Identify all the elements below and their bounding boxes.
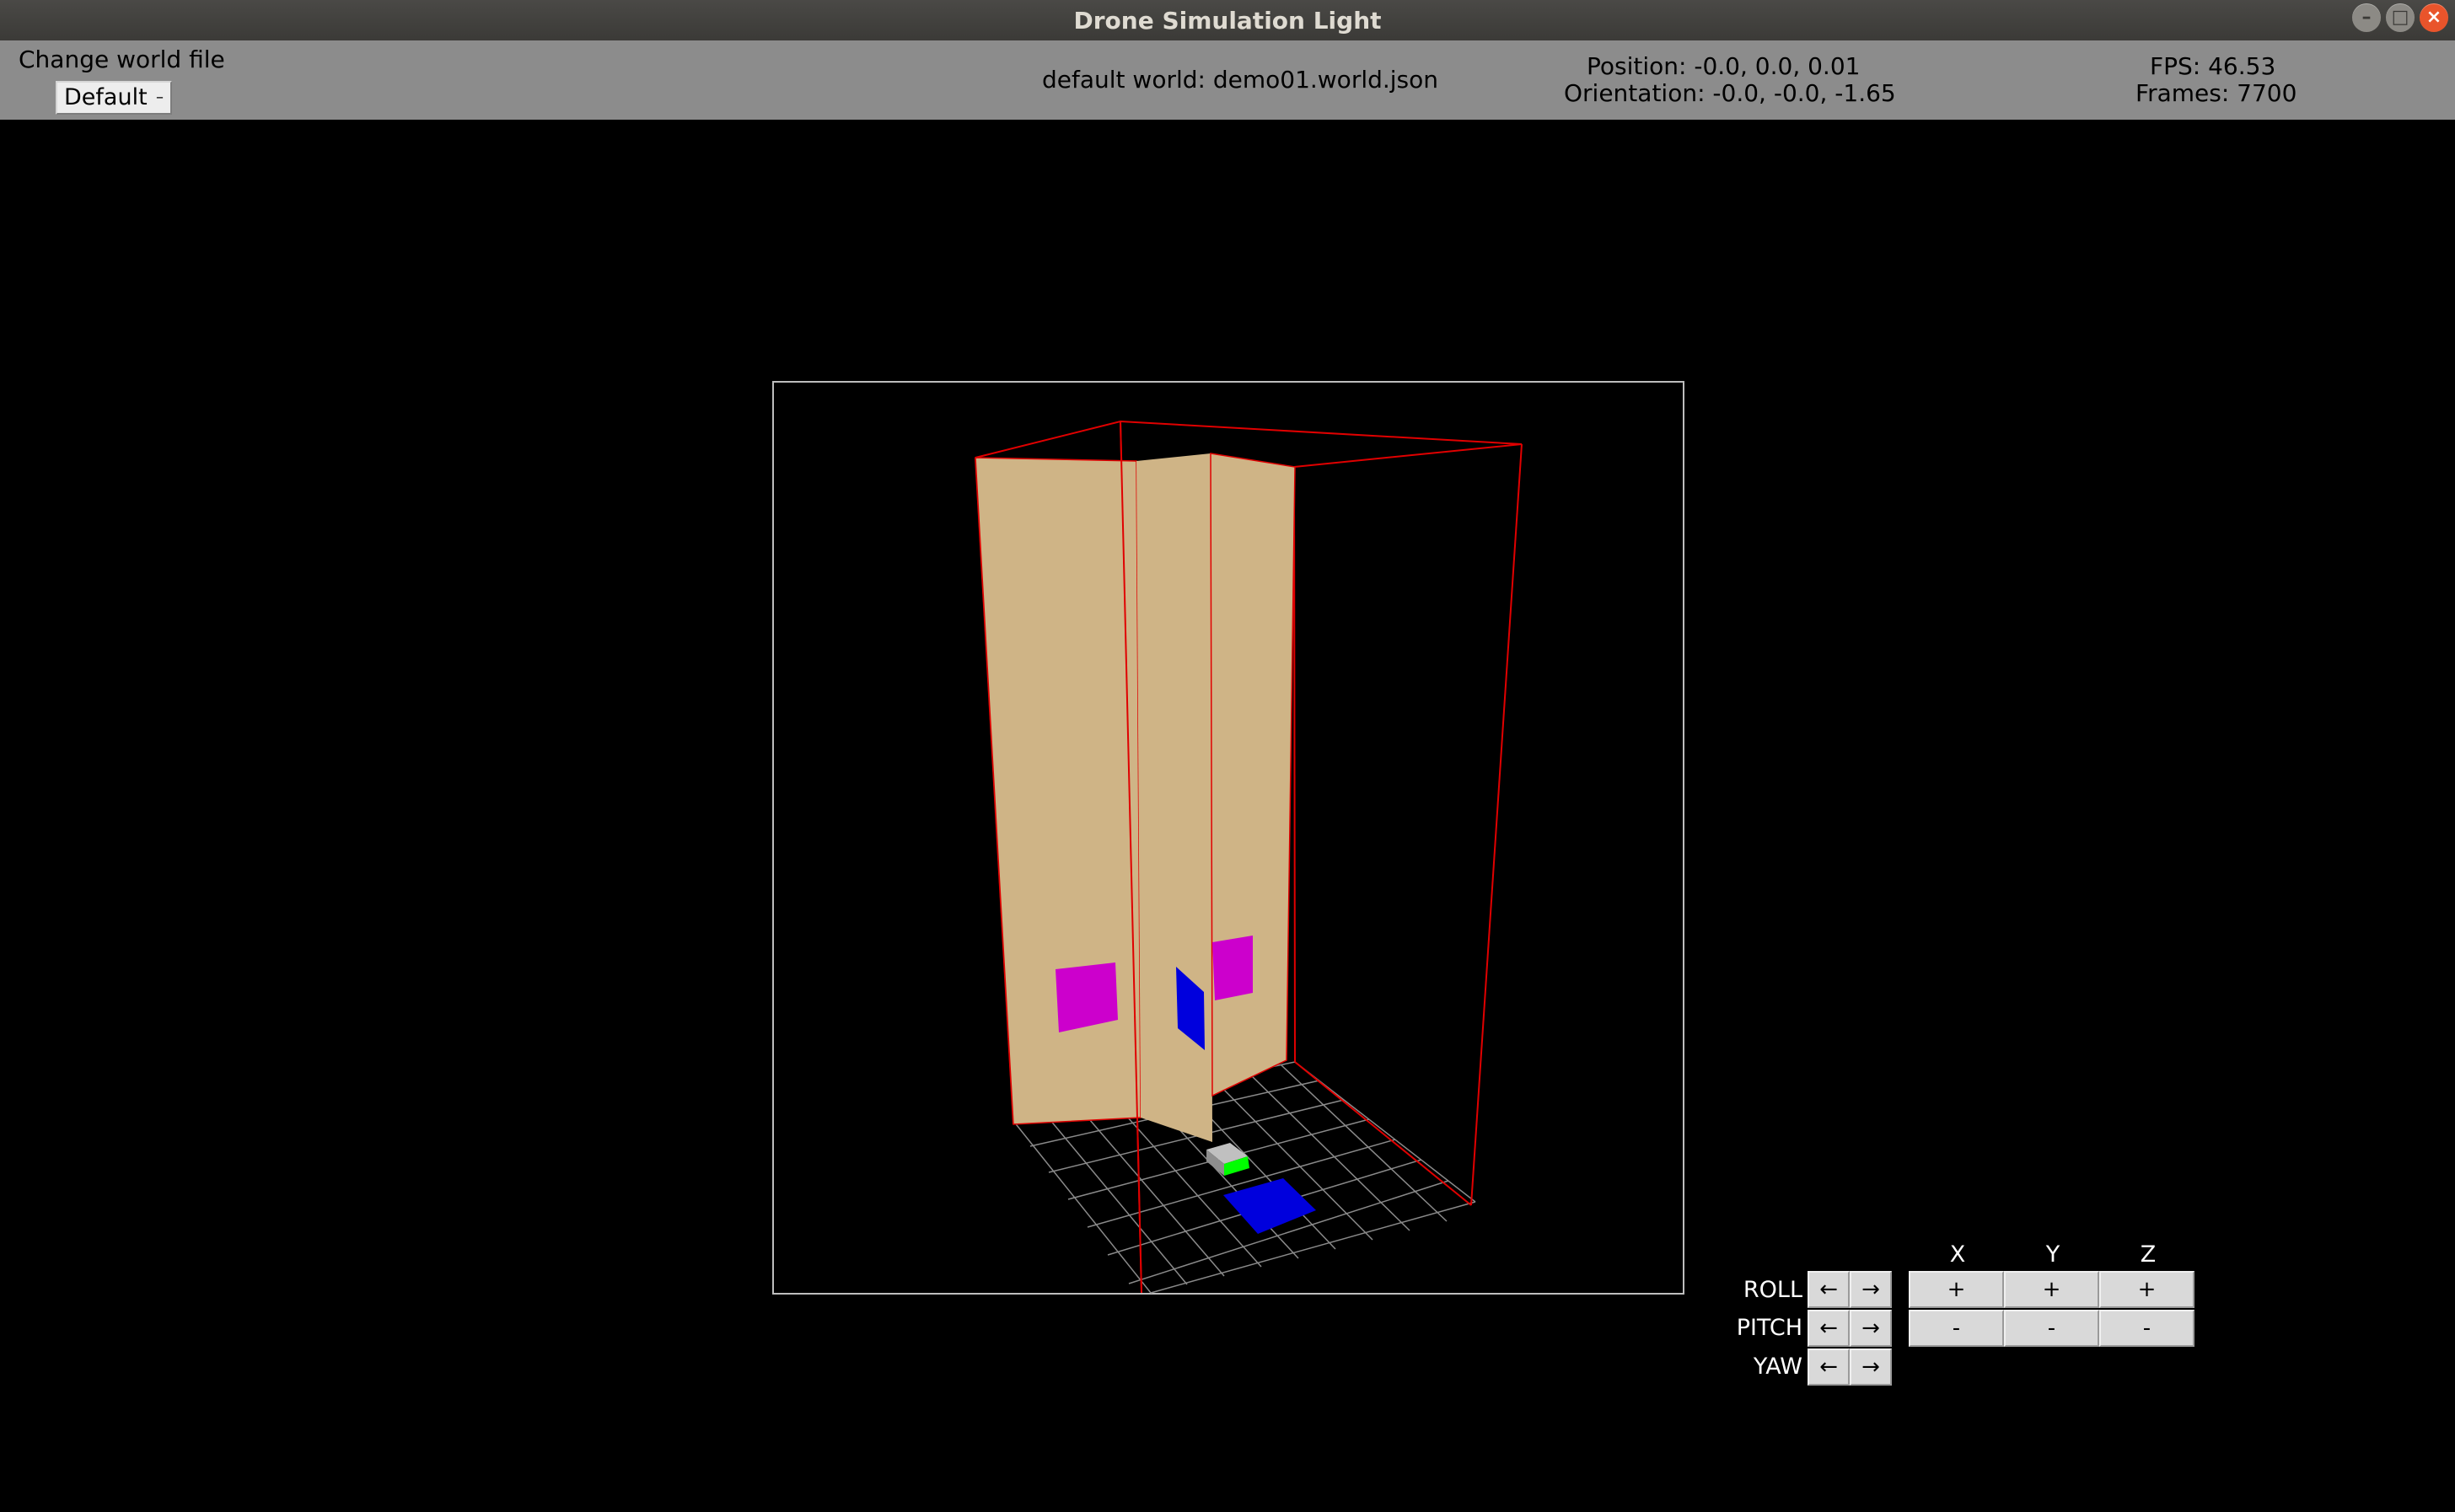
z-plus-button[interactable]: + bbox=[2099, 1271, 2194, 1308]
toolbar: Change world file Default – default worl… bbox=[0, 40, 2455, 120]
maximize-button[interactable]: □ bbox=[2386, 3, 2415, 32]
x-minus-button[interactable]: - bbox=[1909, 1310, 2004, 1347]
yaw-left-button[interactable]: ← bbox=[1808, 1348, 1850, 1386]
z-minus-button[interactable]: - bbox=[2099, 1310, 2194, 1347]
default-world-label: default world: demo01.world.json bbox=[1042, 66, 1439, 94]
change-world-label: Change world file bbox=[19, 46, 225, 73]
wall-right bbox=[1210, 453, 1296, 1097]
world-file-dropdown[interactable]: Default – bbox=[56, 81, 172, 115]
pitch-right-button[interactable]: → bbox=[1850, 1310, 1892, 1347]
x-plus-button[interactable]: + bbox=[1909, 1271, 2004, 1308]
title-bar: Drone Simulation Light – □ × bbox=[0, 0, 2455, 40]
window-title: Drone Simulation Light bbox=[1073, 6, 1382, 35]
fps-readout: FPS: 46.53 bbox=[2150, 52, 2276, 80]
close-button[interactable]: × bbox=[2420, 3, 2448, 32]
pitch-label: PITCH bbox=[1736, 1315, 1802, 1341]
target-magenta-right bbox=[1212, 936, 1253, 1000]
axis-label-y: Y bbox=[2045, 1241, 2060, 1268]
position-readout: Position: -0.0, 0.0, 0.01 bbox=[1587, 52, 1861, 80]
frames-readout: Frames: 7700 bbox=[2135, 79, 2297, 107]
roll-left-button[interactable]: ← bbox=[1808, 1271, 1850, 1308]
axis-label-z: Z bbox=[2140, 1241, 2157, 1268]
axis-label-x: X bbox=[1949, 1241, 1966, 1268]
yaw-right-button[interactable]: → bbox=[1850, 1348, 1892, 1386]
pitch-left-button[interactable]: ← bbox=[1808, 1310, 1850, 1347]
y-minus-button[interactable]: - bbox=[2004, 1310, 2099, 1347]
dropdown-indicator-icon: – bbox=[156, 88, 164, 106]
roll-label: ROLL bbox=[1743, 1277, 1802, 1303]
window-controls: – □ × bbox=[2352, 3, 2448, 32]
roll-right-button[interactable]: → bbox=[1850, 1271, 1892, 1308]
orientation-readout: Orientation: -0.0, -0.0, -1.65 bbox=[1564, 79, 1896, 107]
y-plus-button[interactable]: + bbox=[2004, 1271, 2099, 1308]
minimize-button[interactable]: – bbox=[2352, 3, 2381, 32]
world-file-selected: Default bbox=[64, 84, 148, 110]
yaw-label: YAW bbox=[1753, 1354, 1802, 1380]
